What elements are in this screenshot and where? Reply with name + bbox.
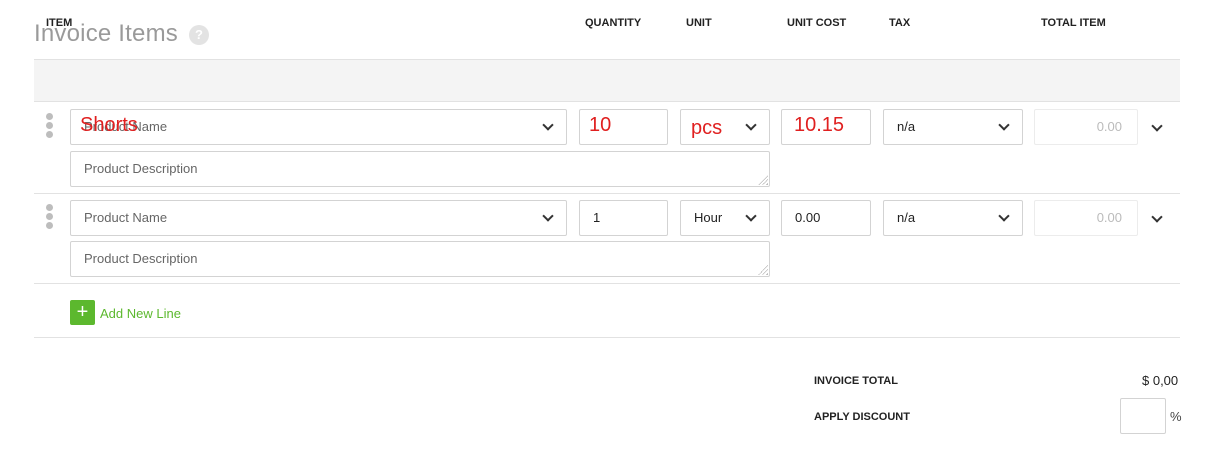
apply-discount-label: APPLY DISCOUNT	[814, 411, 910, 423]
discount-percent-symbol: %	[1170, 409, 1182, 424]
product-description-textarea[interactable]: Product Description	[70, 241, 770, 277]
product-name-select[interactable]: Product Name	[70, 200, 567, 236]
row-expand-chevron-icon[interactable]	[1151, 120, 1163, 132]
invoice-total-label: INVOICE TOTAL	[814, 375, 898, 387]
chevron-down-icon	[998, 119, 1010, 131]
product-description-textarea[interactable]: Product Description	[70, 151, 770, 187]
add-line-label[interactable]: Add New Line	[100, 306, 181, 321]
header-unit: UNIT	[686, 17, 712, 29]
header-unit-cost: UNIT COST	[787, 17, 847, 29]
drag-handle-icon[interactable]	[46, 204, 54, 230]
header-item: ITEM	[46, 17, 73, 29]
resize-handle-icon[interactable]	[758, 265, 768, 275]
tax-value: n/a	[897, 210, 916, 225]
overlay-unit-text: pcs	[691, 117, 723, 139]
overlay-product-text: Shorts	[80, 114, 138, 136]
product-name-select[interactable]: Product Name	[70, 109, 567, 145]
chevron-down-icon	[542, 119, 554, 131]
chevron-down-icon	[542, 210, 554, 222]
product-description-placeholder: Product Description	[84, 251, 198, 266]
drag-handle-icon[interactable]	[46, 113, 54, 139]
help-icon[interactable]: ?	[189, 25, 209, 45]
tax-value: n/a	[897, 119, 916, 134]
section-divider	[34, 337, 1180, 338]
total-item-field: 0.00	[1034, 200, 1138, 236]
unit-value: Hour	[694, 210, 723, 225]
row-divider	[34, 193, 1180, 194]
unit-cost-input[interactable]: 0.00	[781, 200, 871, 236]
overlay-quantity-text: 10	[589, 114, 612, 136]
chevron-down-icon	[745, 210, 757, 222]
chevron-down-icon	[745, 119, 757, 131]
unit-select[interactable]: Hour	[680, 200, 770, 236]
product-name-placeholder: Product Name	[84, 210, 168, 225]
header-total-item: TOTAL ITEM	[1041, 17, 1106, 29]
invoice-total-value: $ 0,00	[1142, 373, 1179, 388]
table-header	[34, 59, 1180, 102]
quantity-input[interactable]: 1	[579, 200, 668, 236]
total-item-field: 0.00	[1034, 109, 1138, 145]
product-description-placeholder: Product Description	[84, 161, 198, 176]
header-quantity: QUANTITY	[585, 17, 642, 29]
add-line-button[interactable]: +	[70, 300, 95, 325]
header-tax: TAX	[889, 17, 911, 29]
overlay-unit-cost-text: 10.15	[794, 114, 845, 136]
tax-select[interactable]: n/a	[883, 200, 1023, 236]
discount-input[interactable]	[1120, 398, 1166, 434]
tax-select[interactable]: n/a	[883, 109, 1023, 145]
chevron-down-icon	[998, 210, 1010, 222]
resize-handle-icon[interactable]	[758, 175, 768, 185]
row-expand-chevron-icon[interactable]	[1151, 211, 1163, 223]
row-divider	[34, 283, 1180, 284]
